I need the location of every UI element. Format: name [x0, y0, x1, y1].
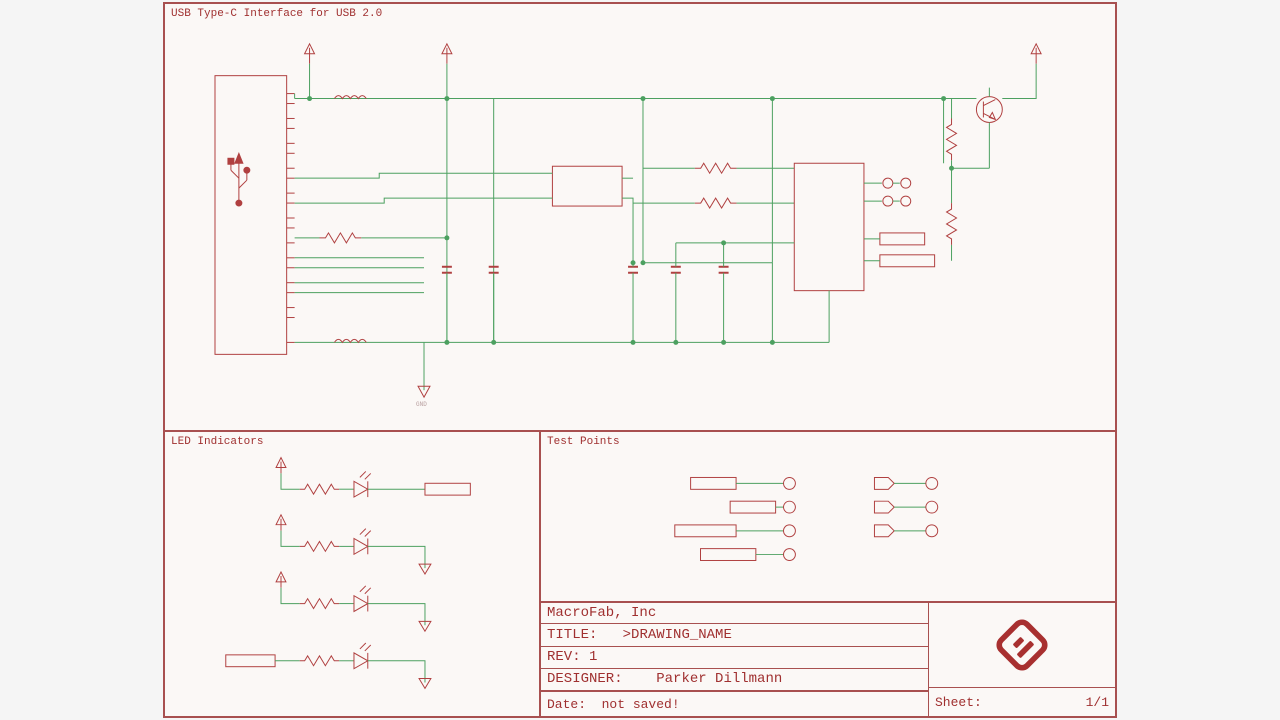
logo-cell — [929, 602, 1115, 687]
macrofab-logo-icon — [987, 615, 1057, 675]
sheet-label: Sheet: — [935, 695, 982, 710]
title-block: MacroFab, Inc TITLE: >DRAWING_NAME REV: … — [540, 601, 1116, 717]
date-label: Date: — [547, 697, 586, 712]
section-test-points: Test Points — [540, 431, 1116, 603]
designer-row: DESIGNER: Parker Dillmann — [541, 669, 929, 691]
schematic-testpoints — [541, 432, 1115, 602]
sheet-cell: Sheet: 1/1 — [929, 687, 1115, 716]
title-value: >DRAWING_NAME — [623, 627, 732, 643]
title-block-left: MacroFab, Inc TITLE: >DRAWING_NAME REV: … — [541, 602, 929, 716]
company-row: MacroFab, Inc — [541, 602, 929, 624]
section-led-indicators: LED Indicators — [164, 431, 540, 717]
date-value: not saved! — [602, 697, 680, 712]
section-usb-interface: USB Type-C Interface for USB 2.0 — [164, 3, 1116, 431]
schematic-leds — [165, 432, 539, 716]
schematic-main: GND — [165, 4, 1115, 430]
designer-value: Parker Dillmann — [656, 671, 782, 687]
rev-row: REV: 1 — [541, 647, 929, 669]
date-cell: Date: not saved! — [541, 692, 929, 716]
designer-label: DESIGNER: — [547, 671, 623, 687]
rev-label: REV: — [547, 649, 581, 665]
svg-text:GND: GND — [416, 401, 427, 408]
rev-value: 1 — [589, 649, 597, 665]
title-block-right: Sheet: 1/1 — [929, 602, 1115, 716]
schematic-sheet: USB Type-C Interface for USB 2.0 — [163, 2, 1117, 718]
sheet-value: 1/1 — [1086, 695, 1109, 710]
bottom-row: Date: not saved! — [541, 691, 929, 716]
title-label: TITLE: — [547, 627, 597, 643]
title-row: TITLE: >DRAWING_NAME — [541, 624, 929, 646]
company-name: MacroFab, Inc — [547, 605, 656, 621]
